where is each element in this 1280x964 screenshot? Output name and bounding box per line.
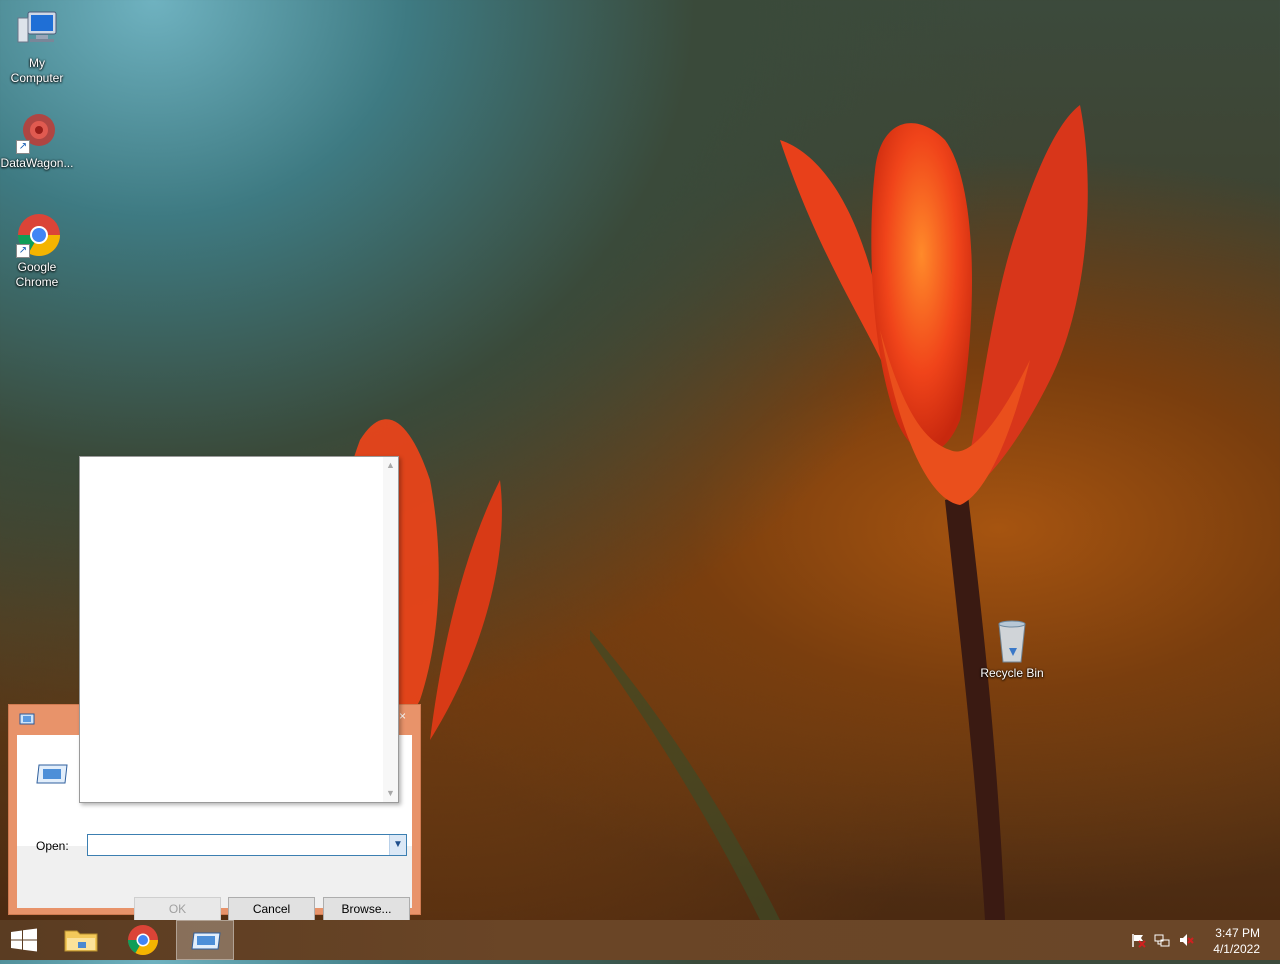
- desktop-icon-datawagon[interactable]: ↗ DataWagon...: [0, 108, 74, 171]
- scroll-up-icon[interactable]: ▲: [386, 461, 395, 470]
- taskbar-file-explorer[interactable]: [52, 920, 110, 960]
- shortcut-arrow-icon: ↗: [16, 140, 30, 154]
- run-icon: [191, 932, 221, 950]
- folder-icon: [64, 930, 98, 952]
- shortcut-arrow-icon: ↗: [16, 244, 30, 258]
- clock-time: 3:47 PM: [1215, 926, 1260, 940]
- chrome-icon: ↗: [14, 212, 61, 258]
- scroll-down-icon[interactable]: ▼: [386, 789, 395, 798]
- start-button[interactable]: [0, 920, 48, 960]
- ok-button[interactable]: OK: [134, 897, 221, 920]
- desktop: My Computer ↗ DataWagon... ↗ Google Chro…: [0, 0, 1280, 920]
- clock-date: 4/1/2022: [1213, 942, 1260, 956]
- close-button[interactable]: ×: [399, 709, 406, 723]
- windows-logo-icon: [11, 928, 37, 952]
- taskbar: 3:47 PM 4/1/2022: [0, 920, 1280, 960]
- open-history-dropdown[interactable]: ▲ ▼: [79, 456, 399, 803]
- network-icon[interactable]: [1154, 932, 1170, 948]
- open-label: Open:: [36, 839, 69, 853]
- system-clock[interactable]: 3:47 PM 4/1/2022: [1213, 925, 1260, 957]
- desktop-icon-label: DataWagon...: [0, 156, 74, 170]
- taskbar-google-chrome[interactable]: [114, 920, 172, 960]
- desktop-icon-my-computer[interactable]: My Computer: [0, 8, 74, 86]
- volume-muted-icon[interactable]: [1178, 932, 1194, 948]
- open-combobox[interactable]: ▼: [87, 834, 407, 856]
- browse-button[interactable]: Browse...: [323, 897, 410, 920]
- chevron-down-icon[interactable]: ▼: [389, 835, 406, 855]
- desktop-icon-label: Google: [17, 260, 57, 274]
- taskbar-run[interactable]: [176, 920, 234, 960]
- desktop-icon-label: Computer: [10, 71, 64, 85]
- desktop-icon-label: Chrome: [15, 275, 59, 289]
- desktop-icon-label: Recycle Bin: [980, 666, 1044, 680]
- action-center-flag-icon[interactable]: [1130, 932, 1146, 948]
- desktop-icon-recycle-bin[interactable]: Recycle Bin: [975, 618, 1049, 681]
- run-title-icon: [19, 713, 35, 725]
- desktop-icon-google-chrome[interactable]: ↗ Google Chrome: [0, 212, 74, 290]
- chrome-icon: [128, 925, 158, 956]
- datawagon-icon: ↗: [14, 108, 60, 154]
- run-program-icon: [35, 763, 69, 788]
- cancel-button[interactable]: Cancel: [228, 897, 315, 920]
- recycle-bin-icon: [989, 618, 1035, 664]
- dropdown-scrollbar[interactable]: ▲ ▼: [383, 457, 398, 802]
- computer-icon: [14, 8, 60, 54]
- desktop-icon-label: My: [29, 56, 45, 70]
